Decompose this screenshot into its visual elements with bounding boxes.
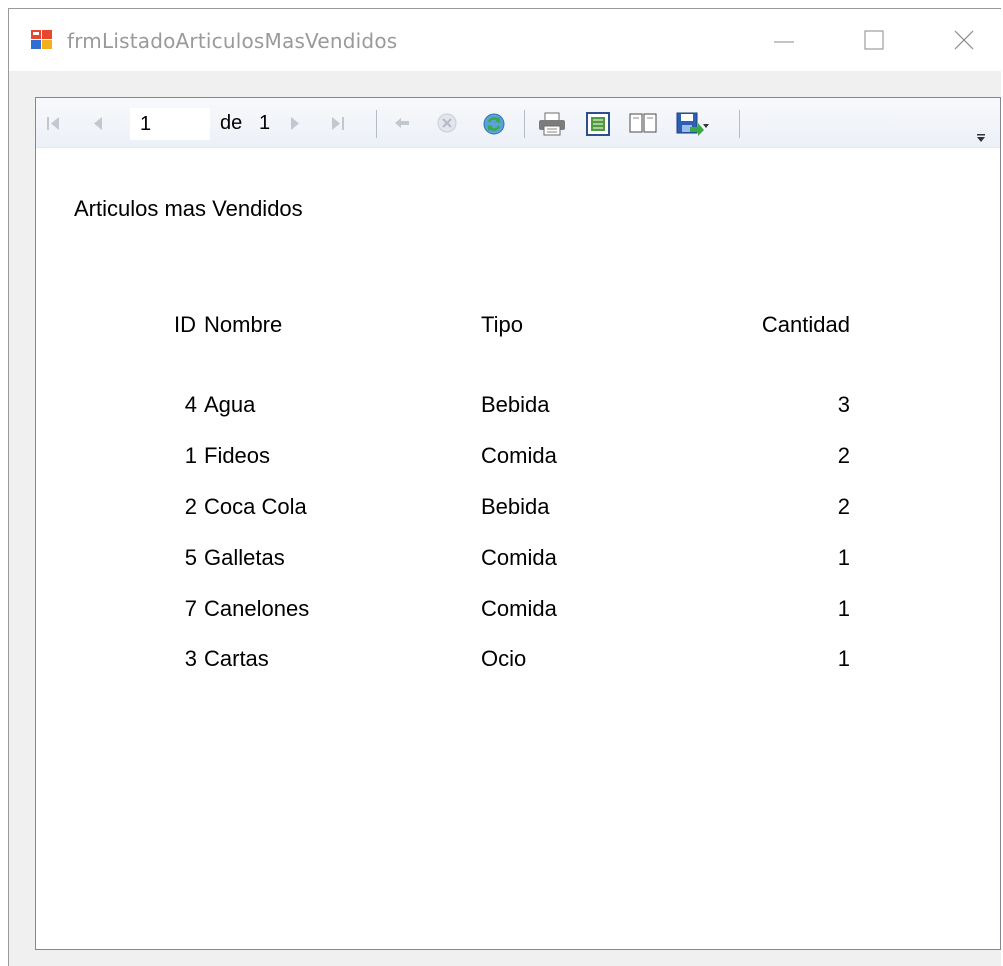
cell-nombre: Agua [204,392,256,417]
cell-nombre: Fideos [204,443,271,468]
report-toolbar: de 1 [36,98,1000,148]
cell-id: 5 [184,545,197,570]
cell-cantidad: 2 [837,443,850,468]
current-page-input[interactable] [130,108,210,140]
print-icon[interactable] [538,112,566,136]
cell-id: 1 [184,443,197,468]
next-page-icon[interactable] [289,112,301,134]
report-window: frmListadoArticulosMasVendidos 1 de 1 Ar… [8,8,1002,966]
app-form-icon[interactable] [31,30,53,50]
cell-tipo: Comida [481,596,557,621]
cell-nombre: Galletas [204,545,285,570]
last-page-icon[interactable] [331,112,345,134]
cell-id: 4 [184,392,197,417]
cell-cantidad: 3 [837,392,850,417]
header-tipo: Tipo [481,312,523,337]
page-setup-icon[interactable] [629,112,657,134]
close-button[interactable] [919,9,1003,71]
cell-tipo: Comida [481,443,557,468]
maximize-button[interactable] [829,9,919,71]
report-title: Articulos mas Vendidos [74,196,303,221]
overflow-icon[interactable] [976,130,986,148]
cell-cantidad: 1 [837,646,850,671]
report-page: Articulos mas Vendidos ID Nombre Tipo Ca… [36,148,1000,949]
cell-cantidad: 1 [837,545,850,570]
cell-nombre: Cartas [204,646,269,671]
report-viewer: de 1 [35,97,1001,950]
cell-id: 7 [184,596,197,621]
cell-tipo: Bebida [481,494,550,519]
minimize-button[interactable] [739,9,829,71]
maximize-icon [864,30,884,50]
export-icon[interactable] [676,112,710,136]
toolbar-separator [739,110,740,138]
cell-nombre: Canelones [204,596,310,621]
page-of-label: de [220,112,243,134]
cell-tipo: Bebida [481,392,550,417]
minimize-icon [774,41,794,43]
title-bar[interactable]: frmListadoArticulosMasVendidos [9,9,1002,71]
print-layout-icon[interactable] [586,112,610,136]
cell-nombre: Coca Cola [204,494,307,519]
header-nombre: Nombre [204,312,283,337]
cell-tipo: Ocio [481,646,527,671]
total-pages: 1 [259,112,271,134]
cell-id: 2 [184,494,197,519]
first-page-icon[interactable] [46,112,60,134]
cell-id: 3 [184,646,197,671]
refresh-icon[interactable] [482,112,506,135]
header-id: ID [174,312,196,337]
toolbar-separator [376,110,377,138]
header-cantidad: Cantidad [761,312,850,337]
toolbar-separator [524,110,525,138]
back-icon[interactable] [394,112,410,134]
cell-tipo: Comida [481,545,557,570]
cell-cantidad: 1 [837,596,850,621]
stop-icon[interactable] [436,112,458,134]
cell-cantidad: 2 [837,494,850,519]
close-icon [954,30,974,50]
window-title: frmListadoArticulosMasVendidos [67,29,398,53]
previous-page-icon[interactable] [92,112,104,134]
